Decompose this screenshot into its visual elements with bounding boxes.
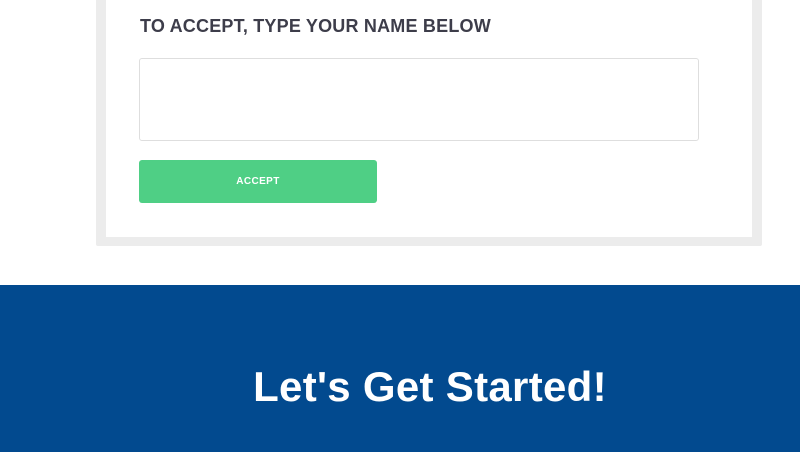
name-input[interactable] xyxy=(139,58,699,141)
accept-heading: TO ACCEPT, TYPE YOUR NAME BELOW xyxy=(140,16,491,36)
get-started-heading: Let's Get Started! xyxy=(253,363,607,410)
acceptance-card-frame: TO ACCEPT, TYPE YOUR NAME BELOW ACCEPT xyxy=(96,0,762,246)
acceptance-card: TO ACCEPT, TYPE YOUR NAME BELOW ACCEPT xyxy=(106,0,752,237)
accept-button[interactable]: ACCEPT xyxy=(139,160,377,203)
page: TO ACCEPT, TYPE YOUR NAME BELOW ACCEPT L… xyxy=(0,0,800,452)
get-started-section: Let's Get Started! xyxy=(0,285,800,452)
